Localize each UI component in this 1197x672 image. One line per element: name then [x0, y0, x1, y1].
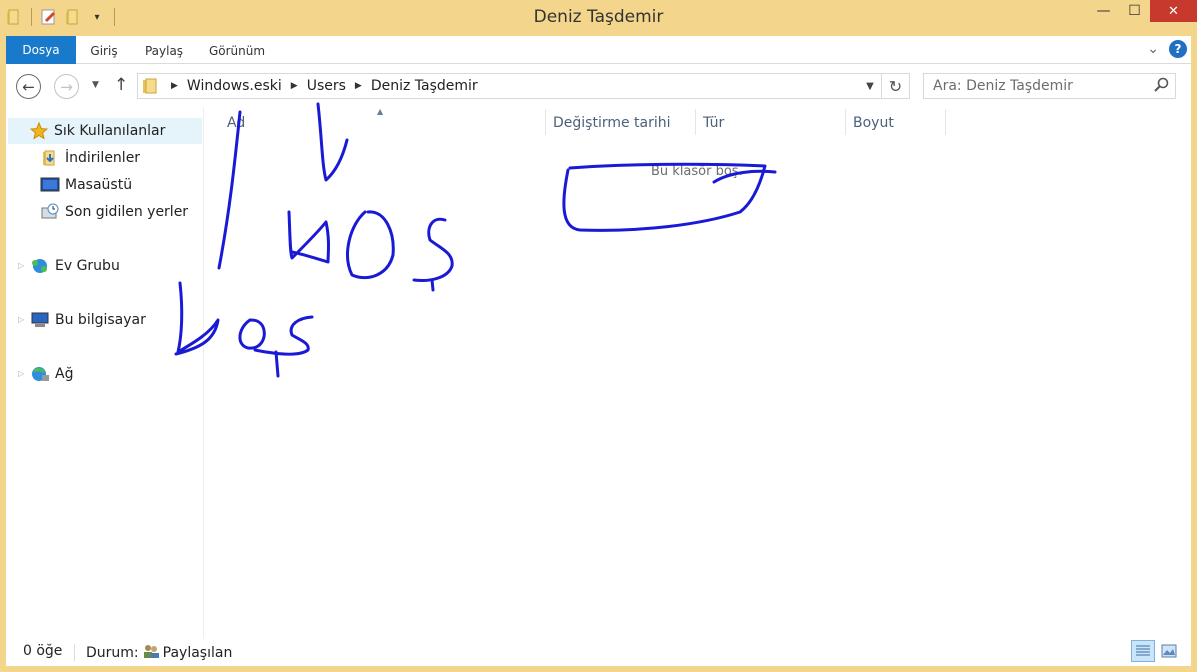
folder-icon [142, 78, 162, 94]
navigation-pane: Sık Kullanılanlar İndirilenler Masaüstü … [6, 107, 204, 640]
item-count: 0 öğe [23, 643, 63, 659]
share-state: Durum: Paylaşılan [86, 643, 232, 663]
ribbon-tabs: Dosya Giriş Paylaş Görünüm ⌄ ? [6, 36, 1191, 64]
view-toggle [1131, 640, 1181, 662]
nav-item-label: Ev Grubu [55, 258, 120, 274]
window-title: Deniz Taşdemir [533, 7, 664, 27]
nav-item-label: Sık Kullanılanlar [54, 123, 166, 139]
breadcrumb-separator-icon[interactable]: ▶ [291, 81, 298, 91]
empty-folder-message: Bu klasör boş. [651, 164, 743, 179]
nav-item-this-pc[interactable]: Bu bilgisayar [30, 307, 146, 333]
breadcrumb: ▶ Windows.eski ▶ Users ▶ Deniz Taşdemir [162, 78, 478, 94]
breadcrumb-item[interactable]: Deniz Taşdemir [371, 78, 478, 94]
state-value: Paylaşılan [162, 645, 233, 661]
column-header-type[interactable]: Tür [695, 109, 845, 137]
window-body: Dosya Giriş Paylaş Görünüm ⌄ ? ← → ▼ ↑ ▶… [6, 36, 1191, 666]
column-header-size[interactable]: Boyut [845, 109, 945, 137]
nav-item-label: Son gidilen yerler [65, 204, 189, 220]
status-divider [74, 644, 75, 661]
nav-item-recent-places[interactable]: Son gidilen yerler [40, 199, 188, 225]
details-view-icon[interactable] [1131, 640, 1155, 662]
breadcrumb-separator-icon[interactable]: ▶ [171, 81, 178, 91]
navigation-bar: ← → ▼ ↑ ▶ Windows.eski ▶ Users ▶ Deniz T… [6, 65, 1191, 107]
window-controls: — ☐ ✕ [1088, 0, 1197, 22]
breadcrumb-item[interactable]: Users [307, 78, 346, 94]
downloads-folder-icon [40, 149, 60, 167]
computer-icon [30, 311, 50, 329]
expand-arrow-icon[interactable]: ▷ [18, 261, 24, 270]
homegroup-icon [30, 257, 50, 275]
state-label: Durum: [86, 645, 139, 661]
tab-gorunum[interactable]: Görünüm [198, 36, 276, 64]
close-button[interactable]: ✕ [1150, 0, 1197, 22]
nav-item-favorites[interactable]: Sık Kullanılanlar [8, 118, 202, 144]
network-icon [30, 365, 50, 383]
search-icon[interactable] [1154, 77, 1170, 97]
star-icon [29, 122, 49, 140]
desktop-icon [40, 176, 60, 194]
explorer-window: ▾ Deniz Taşdemir — ☐ ✕ Dosya Giriş Payla… [0, 0, 1197, 672]
large-icons-view-icon[interactable] [1157, 640, 1181, 662]
column-divider[interactable] [945, 109, 946, 135]
help-icon[interactable]: ? [1169, 40, 1187, 58]
refresh-button[interactable]: ↻ [881, 74, 909, 98]
tab-giris[interactable]: Giriş [78, 36, 130, 64]
nav-item-network[interactable]: Ağ [30, 361, 73, 387]
nav-item-label: Ağ [55, 366, 74, 382]
column-header-date-modified[interactable]: Değiştirme tarihi [545, 109, 695, 137]
nav-item-homegroup[interactable]: Ev Grubu [30, 253, 120, 279]
expand-arrow-icon[interactable]: ▷ [18, 315, 24, 324]
minimize-button[interactable]: — [1088, 0, 1119, 22]
recent-places-icon [40, 203, 60, 221]
tab-dosya[interactable]: Dosya [6, 36, 76, 64]
nav-item-downloads[interactable]: İndirilenler [40, 145, 140, 171]
nav-item-desktop[interactable]: Masaüstü [40, 172, 132, 198]
nav-item-label: Bu bilgisayar [55, 312, 146, 328]
breadcrumb-item[interactable]: Windows.eski [187, 78, 282, 94]
breadcrumb-separator-icon[interactable]: ▶ [355, 81, 362, 91]
maximize-button[interactable]: ☐ [1119, 0, 1150, 22]
address-bar[interactable]: ▶ Windows.eski ▶ Users ▶ Deniz Taşdemir … [137, 73, 910, 99]
expand-arrow-icon[interactable]: ▷ [18, 369, 24, 378]
shared-users-icon [142, 643, 160, 663]
file-list: Ad ▲ Değiştirme tarihi Tür Boyut Bu klas… [205, 107, 1191, 640]
title-bar: ▾ Deniz Taşdemir — ☐ ✕ [0, 0, 1197, 36]
chevron-down-icon[interactable]: ▼ [859, 81, 881, 92]
recent-locations-dropdown[interactable]: ▼ [92, 80, 99, 90]
up-button[interactable]: ↑ [114, 75, 128, 95]
forward-button[interactable]: → [54, 74, 79, 99]
address-actions: ▼ ↻ [859, 74, 909, 98]
nav-item-label: İndirilenler [65, 150, 141, 166]
status-bar: 0 öğe Durum: Paylaşılan [6, 639, 1191, 666]
tab-paylas[interactable]: Paylaş [134, 36, 194, 64]
back-button[interactable]: ← [16, 74, 41, 99]
search-input[interactable]: Ara: Deniz Taşdemir [923, 73, 1176, 99]
nav-item-label: Masaüstü [65, 177, 133, 193]
chevron-down-icon[interactable]: ⌄ [1147, 41, 1159, 57]
column-header-name[interactable]: Ad [219, 109, 551, 137]
ribbon-controls: ⌄ ? [1147, 40, 1187, 58]
sort-arrow-icon: ▲ [377, 107, 384, 116]
